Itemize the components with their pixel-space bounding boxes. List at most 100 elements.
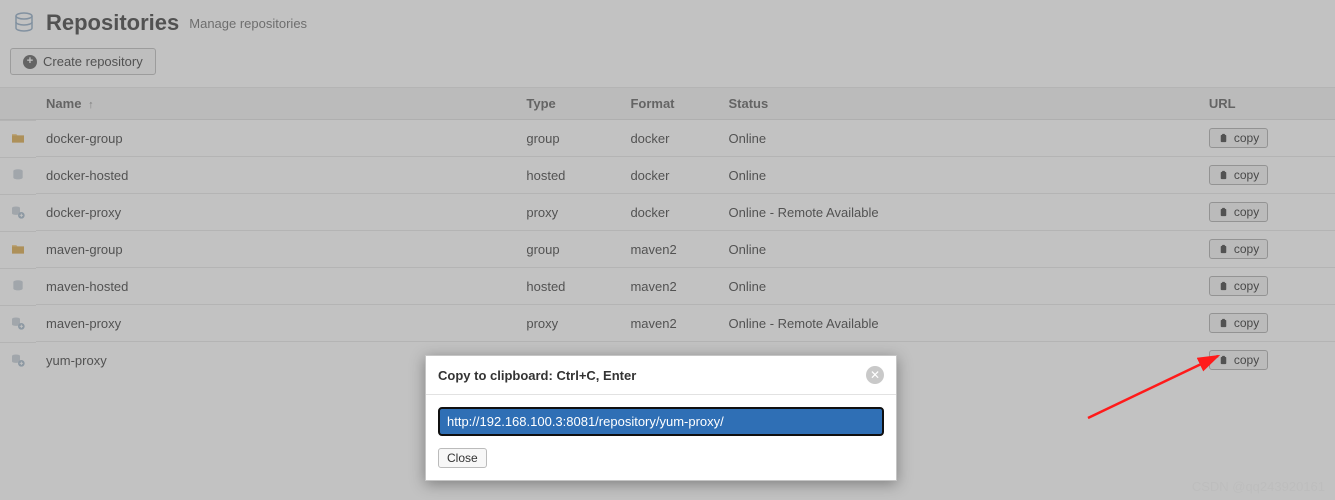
repo-type-icon <box>0 120 36 155</box>
create-repository-label: Create repository <box>43 54 143 69</box>
page-header: Repositories Manage repositories <box>0 0 1335 42</box>
repo-name: docker-hosted <box>36 157 516 194</box>
col-format-header[interactable]: Format <box>620 88 718 120</box>
row-action-cell <box>1299 342 1335 379</box>
repo-type-icon <box>0 157 36 192</box>
col-name-header[interactable]: Name ↑ <box>36 88 516 120</box>
watermark: CSDN @qq243920161 <box>1192 479 1325 494</box>
repo-type: proxy <box>516 194 620 231</box>
url-input[interactable] <box>438 407 884 436</box>
repo-type: group <box>516 120 620 157</box>
table-row[interactable]: docker-hostedhosteddockerOnline copy <box>0 157 1335 194</box>
repo-url-cell: copy <box>1199 194 1299 231</box>
repo-url-cell: copy <box>1199 305 1299 342</box>
repo-url-cell: copy <box>1199 268 1299 305</box>
repo-type-icon <box>0 194 36 229</box>
repo-name: maven-group <box>36 231 516 268</box>
repo-type: hosted <box>516 268 620 305</box>
repo-type-icon <box>0 305 36 340</box>
page-title: Repositories <box>46 10 179 36</box>
clipboard-icon <box>1218 207 1229 218</box>
repo-format: docker <box>620 194 718 231</box>
clipboard-icon <box>1218 281 1229 292</box>
repo-format: docker <box>620 157 718 194</box>
repo-format: maven2 <box>620 305 718 342</box>
repo-url-cell: copy <box>1199 231 1299 268</box>
repo-name: docker-proxy <box>36 194 516 231</box>
clipboard-icon <box>1218 133 1229 144</box>
toolbar: + Create repository <box>0 42 1335 87</box>
copy-url-button[interactable]: copy <box>1209 276 1268 296</box>
repo-type: group <box>516 231 620 268</box>
repo-type: hosted <box>516 157 620 194</box>
repo-status: Online <box>719 157 1199 194</box>
copy-url-button[interactable]: copy <box>1209 313 1268 333</box>
row-action-cell <box>1299 305 1335 342</box>
database-icon <box>12 11 36 35</box>
table-row[interactable]: maven-groupgroupmaven2Online copy <box>0 231 1335 268</box>
repo-status: Online - Remote Available <box>719 194 1199 231</box>
copy-label: copy <box>1234 279 1259 293</box>
copy-url-button[interactable]: copy <box>1209 165 1268 185</box>
dialog-header: Copy to clipboard: Ctrl+C, Enter ✕ <box>426 356 896 395</box>
repo-format: docker <box>620 120 718 157</box>
table-row[interactable]: docker-proxyproxydockerOnline - Remote A… <box>0 194 1335 231</box>
plus-icon: + <box>23 55 37 69</box>
copy-label: copy <box>1234 168 1259 182</box>
create-repository-button[interactable]: + Create repository <box>10 48 156 75</box>
col-status-header[interactable]: Status <box>719 88 1199 120</box>
copy-url-button[interactable]: copy <box>1209 202 1268 222</box>
dialog-footer: Close <box>426 448 896 480</box>
repo-format: maven2 <box>620 231 718 268</box>
clipboard-icon <box>1218 355 1229 366</box>
col-action-header <box>1299 88 1335 120</box>
repo-url-cell: copy <box>1199 157 1299 194</box>
col-name-label: Name <box>46 96 81 111</box>
row-action-cell <box>1299 120 1335 157</box>
col-url-header[interactable]: URL <box>1199 88 1299 120</box>
table-row[interactable]: maven-hostedhostedmaven2Online copy <box>0 268 1335 305</box>
sort-asc-icon: ↑ <box>88 99 94 111</box>
repo-name: maven-proxy <box>36 305 516 342</box>
repo-name: maven-hosted <box>36 268 516 305</box>
repo-type: proxy <box>516 305 620 342</box>
row-action-cell <box>1299 231 1335 268</box>
row-action-cell <box>1299 268 1335 305</box>
repo-status: Online <box>719 268 1199 305</box>
clipboard-icon <box>1218 170 1229 181</box>
table-row[interactable]: maven-proxyproxymaven2Online - Remote Av… <box>0 305 1335 342</box>
copy-label: copy <box>1234 205 1259 219</box>
copy-label: copy <box>1234 242 1259 256</box>
repo-status: Online <box>719 231 1199 268</box>
repo-type-icon <box>0 342 36 377</box>
row-action-cell <box>1299 194 1335 231</box>
col-icon-header[interactable] <box>0 88 36 120</box>
row-action-cell <box>1299 157 1335 194</box>
repo-status: Online - Remote Available <box>719 305 1199 342</box>
copy-url-dialog: Copy to clipboard: Ctrl+C, Enter ✕ Close <box>425 355 897 481</box>
copy-url-button[interactable]: copy <box>1209 239 1268 259</box>
repo-url-cell: copy <box>1199 342 1299 379</box>
repo-type-icon <box>0 231 36 266</box>
repo-url-cell: copy <box>1199 120 1299 157</box>
close-button[interactable]: Close <box>438 448 487 468</box>
repo-format: maven2 <box>620 268 718 305</box>
close-icon[interactable]: ✕ <box>866 366 884 384</box>
page-subtitle: Manage repositories <box>189 16 307 31</box>
dialog-title: Copy to clipboard: Ctrl+C, Enter <box>438 368 636 383</box>
clipboard-icon <box>1218 244 1229 255</box>
page-root: Repositories Manage repositories + Creat… <box>0 0 1335 500</box>
repo-status: Online <box>719 120 1199 157</box>
table-header-row: Name ↑ Type Format Status URL <box>0 88 1335 120</box>
col-type-header[interactable]: Type <box>516 88 620 120</box>
copy-label: copy <box>1234 131 1259 145</box>
copy-label: copy <box>1234 316 1259 330</box>
copy-url-button[interactable]: copy <box>1209 350 1268 370</box>
table-row[interactable]: docker-groupgroupdockerOnlinecopy <box>0 120 1335 157</box>
repo-type-icon <box>0 268 36 303</box>
copy-label: copy <box>1234 353 1259 367</box>
copy-url-button[interactable]: copy <box>1209 128 1268 148</box>
dialog-body <box>426 395 896 448</box>
clipboard-icon <box>1218 318 1229 329</box>
repositories-table: Name ↑ Type Format Status URL docker-gro… <box>0 87 1335 378</box>
